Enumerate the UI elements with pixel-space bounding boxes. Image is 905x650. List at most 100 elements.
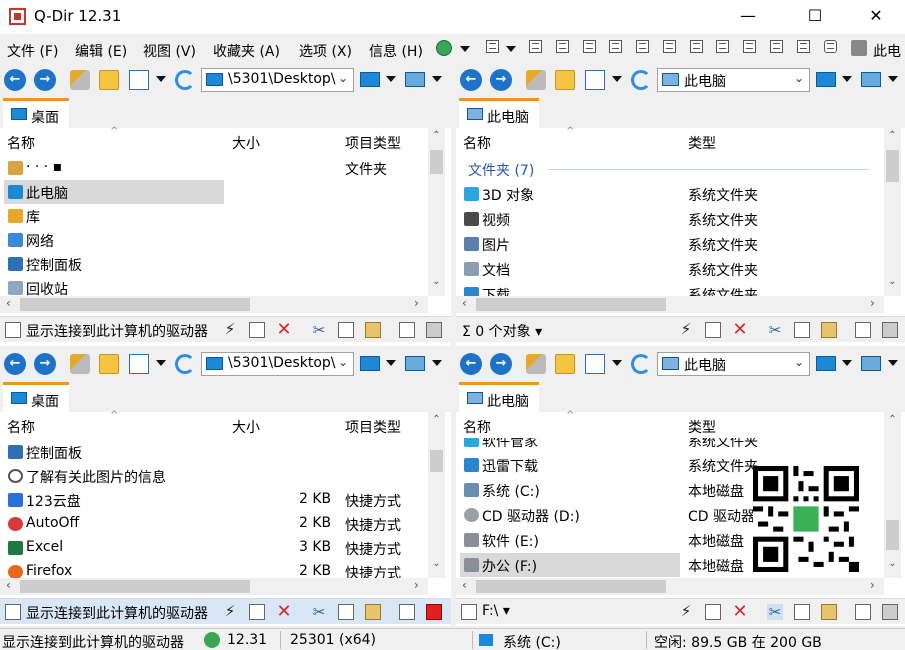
scroll-up-icon[interactable]: ⌃: [428, 130, 445, 141]
layout-grid-icon[interactable]: [486, 40, 499, 53]
layout-1a-icon[interactable]: [743, 40, 756, 53]
properties-icon[interactable]: [882, 604, 898, 620]
list-item[interactable]: 回收站: [0, 276, 428, 296]
chevron-down-icon[interactable]: ⌄: [794, 71, 804, 85]
refresh-icon[interactable]: [175, 70, 195, 90]
group-header[interactable]: 文件夹 (7): [468, 160, 534, 180]
scroll-thumb[interactable]: [20, 298, 250, 311]
bolt-icon[interactable]: ⚡: [678, 322, 694, 338]
vertical-scrollbar[interactable]: ⌃ ⌄: [428, 128, 445, 296]
scroll-thumb[interactable]: [430, 450, 443, 472]
network-icon[interactable]: [405, 356, 425, 371]
scroll-right-icon[interactable]: ›: [414, 296, 419, 310]
scroll-left-icon[interactable]: ‹: [462, 578, 467, 592]
view-dropdown-icon[interactable]: [612, 360, 622, 366]
col-name[interactable]: 名称: [7, 417, 35, 437]
scroll-right-icon[interactable]: ›: [414, 578, 419, 592]
network-dropdown-icon[interactable]: [888, 76, 898, 82]
edit-icon[interactable]: [399, 322, 415, 338]
view-mode-icon[interactable]: [129, 70, 149, 90]
minimize-button[interactable]: —: [725, 0, 771, 34]
layout-1c-icon[interactable]: [797, 40, 810, 53]
address-bar[interactable]: 此电脑 ⌄: [657, 352, 810, 376]
paste-icon[interactable]: [821, 322, 837, 338]
mail-icon[interactable]: [705, 322, 721, 338]
up-folder-icon[interactable]: [526, 70, 546, 90]
list-item[interactable]: 视频 系统文件夹: [456, 207, 884, 231]
mail-icon[interactable]: [249, 604, 265, 620]
layout-3b-icon[interactable]: [583, 40, 596, 53]
list-item[interactable]: 软件管家 系统文件夹: [456, 438, 884, 452]
monitor-dropdown-icon[interactable]: [386, 76, 396, 82]
menu-file[interactable]: 文件 (F): [7, 41, 58, 61]
delete-icon[interactable]: ✕: [276, 321, 292, 339]
col-name[interactable]: 名称: [463, 133, 491, 153]
view-dropdown-icon[interactable]: [612, 76, 622, 82]
scroll-thumb[interactable]: [430, 150, 443, 174]
paste-icon[interactable]: [821, 604, 837, 620]
layout-2d-icon[interactable]: [716, 40, 729, 53]
paste-icon[interactable]: [365, 604, 381, 620]
horizontal-scrollbar[interactable]: ‹ ›: [456, 578, 884, 595]
scroll-thumb[interactable]: [886, 520, 899, 550]
layout-dropdown-icon[interactable]: [506, 46, 516, 52]
scroll-down-icon[interactable]: ⌄: [428, 558, 445, 569]
monitor-dropdown-icon[interactable]: [842, 360, 852, 366]
horizontal-scrollbar[interactable]: ‹ ›: [0, 296, 428, 313]
network-dropdown-icon[interactable]: [888, 360, 898, 366]
scroll-left-icon[interactable]: ‹: [6, 578, 11, 592]
monitor-dropdown-icon[interactable]: [842, 76, 852, 82]
network-dropdown-icon[interactable]: [432, 76, 442, 82]
menu-edit[interactable]: 编辑 (E): [75, 41, 127, 61]
up-folder-icon[interactable]: [70, 70, 90, 90]
delete-icon[interactable]: ✕: [276, 603, 292, 621]
horizontal-scrollbar[interactable]: ‹ ›: [0, 578, 428, 595]
chevron-down-icon[interactable]: ⌄: [338, 71, 348, 85]
list-item[interactable]: 文档 系统文件夹: [456, 257, 884, 281]
cut-icon[interactable]: ✂: [767, 322, 783, 338]
menu-info[interactable]: 信息 (H): [369, 41, 423, 61]
layout-2c-icon[interactable]: [690, 40, 703, 53]
delete-icon[interactable]: ✕: [732, 603, 748, 621]
cut-icon[interactable]: ✂: [767, 604, 783, 620]
list-item[interactable]: 3D 对象 系统文件夹: [456, 182, 884, 206]
monitor-icon[interactable]: [360, 72, 380, 87]
current-path[interactable]: F:\ ▾: [482, 603, 622, 619]
up-folder-icon[interactable]: [526, 354, 546, 374]
network-icon[interactable]: [405, 72, 425, 87]
horizontal-scrollbar[interactable]: ‹ ›: [456, 296, 884, 313]
maximize-button[interactable]: ☐: [792, 0, 838, 34]
properties-icon[interactable]: [882, 322, 898, 338]
forward-button[interactable]: →: [490, 69, 512, 91]
back-button[interactable]: ←: [4, 69, 26, 91]
layout-2a-icon[interactable]: [636, 40, 649, 53]
scroll-down-icon[interactable]: ⌄: [428, 276, 445, 287]
paste-icon[interactable]: [365, 322, 381, 338]
vertical-scrollbar[interactable]: ⌃ ⌄: [884, 412, 901, 578]
cut-icon[interactable]: ✂: [311, 322, 327, 338]
scroll-right-icon[interactable]: ›: [870, 296, 875, 310]
network-dropdown-icon[interactable]: [432, 360, 442, 366]
list-item[interactable]: 控制面板: [0, 252, 428, 276]
menu-options[interactable]: 选项 (X): [299, 41, 352, 61]
scroll-up-icon[interactable]: ⌃: [884, 414, 901, 425]
col-type[interactable]: 类型: [688, 133, 716, 153]
edit-icon[interactable]: [855, 604, 871, 620]
layout-3a-icon[interactable]: [556, 40, 569, 53]
globe-dropdown-icon[interactable]: [460, 46, 470, 52]
monitor-icon[interactable]: [816, 72, 836, 87]
forward-button[interactable]: →: [34, 69, 56, 91]
globe-icon[interactable]: [436, 40, 452, 56]
layout-3c-icon[interactable]: [609, 40, 622, 53]
active-pane-icon[interactable]: [426, 604, 442, 620]
col-type[interactable]: 项目类型: [345, 417, 401, 437]
col-size[interactable]: 大小: [232, 417, 260, 437]
back-button[interactable]: ←: [460, 69, 482, 91]
chevron-down-icon[interactable]: ⌄: [338, 355, 348, 369]
scroll-right-icon[interactable]: ›: [870, 578, 875, 592]
edit-icon[interactable]: [855, 322, 871, 338]
view-mode-icon[interactable]: [585, 354, 605, 374]
bolt-icon[interactable]: ⚡: [222, 322, 238, 338]
tab-this-pc[interactable]: 此电脑: [459, 98, 539, 128]
list-item[interactable]: 下载 系统文件夹: [456, 282, 884, 296]
